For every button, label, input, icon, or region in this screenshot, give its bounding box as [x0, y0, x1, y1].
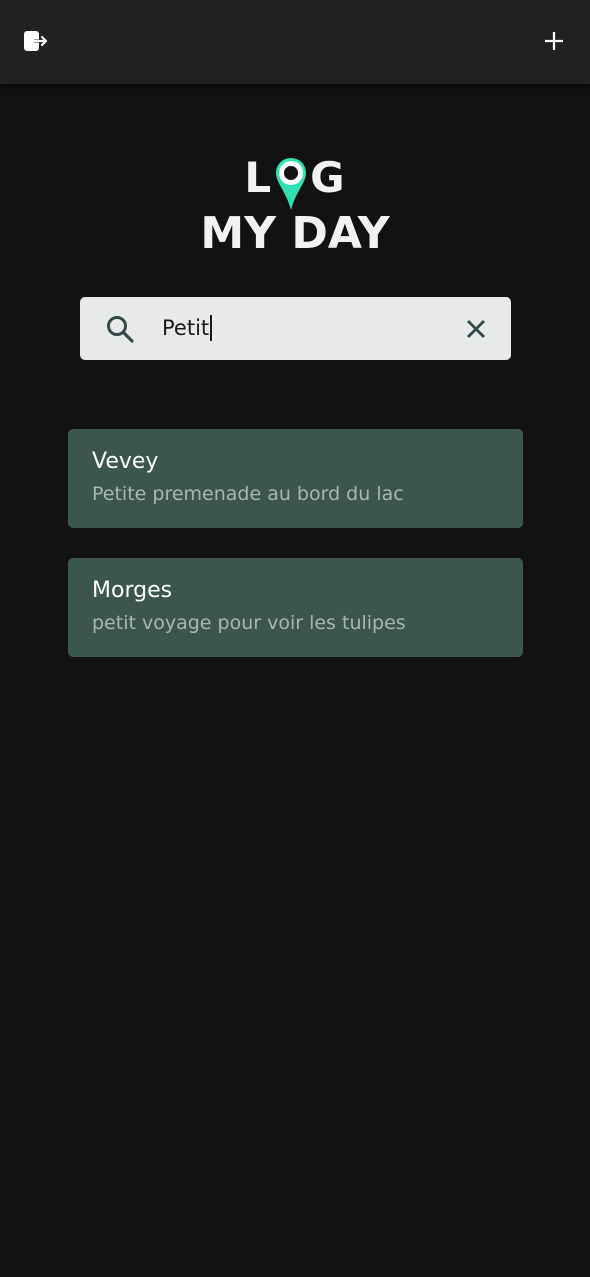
top-app-bar: [0, 0, 590, 84]
close-icon: [467, 320, 485, 338]
logout-button[interactable]: [14, 19, 58, 63]
search-input[interactable]: Petit: [162, 311, 213, 345]
result-card-description: Petite premenade au bord du lac: [92, 483, 404, 505]
map-pin-icon: [276, 158, 307, 210]
app-logo: L G MY DAY: [0, 150, 590, 260]
result-card[interactable]: Morges petit voyage pour voir les tulipe…: [68, 558, 523, 657]
result-card-title: Vevey: [92, 449, 159, 474]
logo-line-my-day: MY DAY: [200, 208, 390, 259]
search-input-value: Petit: [162, 316, 210, 340]
logo-letter-l: L: [244, 153, 273, 202]
text-caret: [210, 315, 213, 341]
logout-icon: [24, 31, 48, 51]
clear-search-button[interactable]: [461, 314, 491, 344]
logo-letter-g: G: [310, 153, 346, 202]
result-card-description: petit voyage pour voir les tulipes: [92, 612, 406, 634]
add-button[interactable]: [532, 19, 576, 63]
result-card[interactable]: Vevey Petite premenade au bord du lac: [68, 429, 523, 528]
search-bar[interactable]: Petit: [80, 297, 511, 360]
plus-icon: [545, 32, 563, 50]
result-card-title: Morges: [92, 578, 173, 603]
search-icon: [107, 316, 134, 343]
logo-line-log: L G: [0, 150, 590, 212]
